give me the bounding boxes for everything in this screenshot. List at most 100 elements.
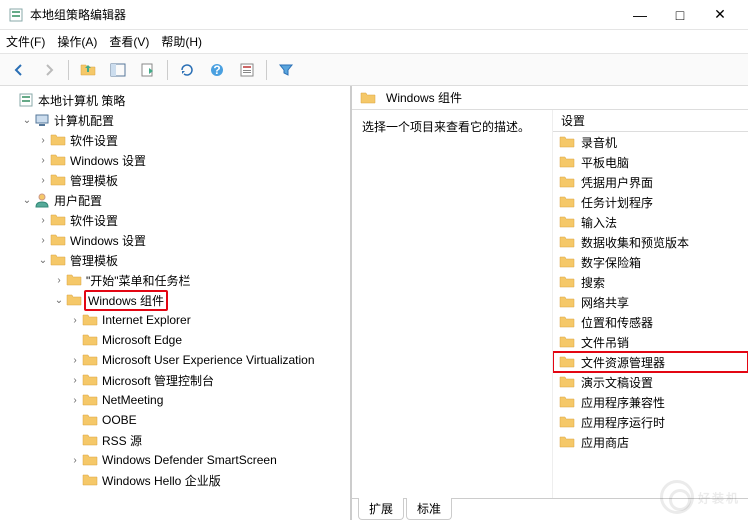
tree-pane[interactable]: 本地计算机 策略 ⌄ 计算机配置 ›软件设置 ›Windows 设置 ›管理模板: [0, 86, 352, 520]
list-item[interactable]: 应用商店: [553, 432, 748, 452]
tree-admin-templates[interactable]: ›管理模板: [36, 170, 350, 190]
tree-ie[interactable]: ›Internet Explorer: [68, 310, 350, 330]
tree-mmc[interactable]: ›Microsoft 管理控制台: [68, 370, 350, 390]
filter-button[interactable]: [273, 57, 299, 83]
list-item[interactable]: 网络共享: [553, 292, 748, 312]
folder-icon: [559, 314, 575, 330]
tree-edge[interactable]: Microsoft Edge: [68, 330, 350, 350]
folder-icon: [559, 394, 575, 410]
tree-label: Microsoft User Experience Virtualization: [102, 353, 315, 367]
list-item-label: 数字保险箱: [581, 254, 641, 271]
tree-software-settings[interactable]: ›软件设置: [36, 210, 350, 230]
gpedit-icon: [18, 92, 34, 108]
tree-netmeeting[interactable]: ›NetMeeting: [68, 390, 350, 410]
tree-label: 管理模板: [70, 172, 118, 189]
tree-label: Microsoft Edge: [102, 333, 182, 347]
folder-icon: [82, 472, 98, 488]
view-tabs: 扩展 标准: [352, 498, 748, 520]
folder-icon: [559, 294, 575, 310]
help-button[interactable]: ?: [204, 57, 230, 83]
list-item[interactable]: 平板电脑: [553, 152, 748, 172]
list-item[interactable]: 数据收集和预览版本: [553, 232, 748, 252]
tree-start-menu[interactable]: ›"开始"菜单和任务栏: [52, 270, 350, 290]
list-item[interactable]: 搜索: [553, 272, 748, 292]
folder-icon: [66, 272, 82, 288]
tree-label: OOBE: [102, 413, 137, 427]
details-title: Windows 组件: [386, 89, 462, 106]
tree-oobe[interactable]: OOBE: [68, 410, 350, 430]
tree-label: Windows Defender SmartScreen: [102, 453, 277, 467]
list-item[interactable]: 位置和传感器: [553, 312, 748, 332]
folder-icon: [559, 134, 575, 150]
list-item[interactable]: 凭据用户界面: [553, 172, 748, 192]
tree-admin-templates[interactable]: ⌄管理模板: [36, 250, 350, 270]
list-item[interactable]: 输入法: [553, 212, 748, 232]
folder-icon: [559, 194, 575, 210]
collapse-icon[interactable]: ⌄: [20, 115, 34, 126]
tree-label: NetMeeting: [102, 393, 163, 407]
folder-icon: [559, 354, 575, 370]
tab-standard[interactable]: 标准: [406, 498, 452, 520]
folder-icon: [559, 254, 575, 270]
folder-icon: [82, 432, 98, 448]
menu-view[interactable]: 查看(V): [109, 33, 149, 50]
folder-icon: [50, 252, 66, 268]
tree-root[interactable]: 本地计算机 策略: [4, 90, 350, 110]
tree-windows-settings[interactable]: ›Windows 设置: [36, 150, 350, 170]
tree-label: 计算机配置: [54, 112, 114, 129]
settings-list[interactable]: 设置 录音机平板电脑凭据用户界面任务计划程序输入法数据收集和预览版本数字保险箱搜…: [552, 110, 748, 498]
tree-label: Windows 设置: [70, 152, 146, 169]
tree-label: 用户配置: [54, 192, 102, 209]
menu-help[interactable]: 帮助(H): [161, 33, 202, 50]
up-button[interactable]: [75, 57, 101, 83]
collapse-icon[interactable]: ⌄: [52, 295, 66, 306]
list-item[interactable]: 应用程序兼容性: [553, 392, 748, 412]
collapse-icon[interactable]: ⌄: [20, 195, 34, 206]
list-item-label: 演示文稿设置: [581, 374, 653, 391]
app-icon: [8, 7, 24, 23]
window-title: 本地组策略编辑器: [30, 6, 620, 23]
tree-defender-smartscreen[interactable]: ›Windows Defender SmartScreen: [68, 450, 350, 470]
folder-icon: [50, 152, 66, 168]
list-item-label: 录音机: [581, 134, 617, 151]
tree-muev[interactable]: ›Microsoft User Experience Virtualizatio…: [68, 350, 350, 370]
maximize-button[interactable]: □: [660, 1, 700, 29]
show-hide-tree-button[interactable]: [105, 57, 131, 83]
menu-action[interactable]: 操作(A): [57, 33, 97, 50]
close-button[interactable]: ✕: [700, 1, 740, 29]
folder-icon: [82, 412, 98, 428]
list-item[interactable]: 任务计划程序: [553, 192, 748, 212]
folder-icon: [559, 234, 575, 250]
minimize-button[interactable]: —: [620, 1, 660, 29]
tab-extended[interactable]: 扩展: [358, 498, 404, 520]
list-item-label: 位置和传感器: [581, 314, 653, 331]
tree-label: "开始"菜单和任务栏: [86, 272, 191, 289]
properties-button[interactable]: [234, 57, 260, 83]
list-item-label: 搜索: [581, 274, 605, 291]
folder-icon: [559, 274, 575, 290]
list-item[interactable]: 数字保险箱: [553, 252, 748, 272]
column-header-setting[interactable]: 设置: [553, 110, 748, 132]
tree-windows-components[interactable]: ⌄Windows 组件: [52, 290, 350, 310]
back-button[interactable]: [6, 57, 32, 83]
folder-icon: [82, 452, 98, 468]
list-item[interactable]: 文件吊销: [553, 332, 748, 352]
tree-rss[interactable]: RSS 源: [68, 430, 350, 450]
list-item-label: 应用商店: [581, 434, 629, 451]
list-item-label: 应用程序运行时: [581, 414, 665, 431]
export-list-button[interactable]: [135, 57, 161, 83]
list-item[interactable]: 应用程序运行时: [553, 412, 748, 432]
list-item[interactable]: 录音机: [553, 132, 748, 152]
folder-icon: [50, 172, 66, 188]
tree-hello[interactable]: Windows Hello 企业版: [68, 470, 350, 490]
list-item[interactable]: 文件资源管理器: [553, 352, 748, 372]
tree-windows-settings[interactable]: ›Windows 设置: [36, 230, 350, 250]
menu-file[interactable]: 文件(F): [6, 33, 45, 50]
tree-user-config[interactable]: ⌄ 用户配置: [20, 190, 350, 210]
tree-software-settings[interactable]: ›软件设置: [36, 130, 350, 150]
tree-computer-config[interactable]: ⌄ 计算机配置: [20, 110, 350, 130]
forward-button[interactable]: [36, 57, 62, 83]
list-item[interactable]: 演示文稿设置: [553, 372, 748, 392]
refresh-button[interactable]: [174, 57, 200, 83]
collapse-icon[interactable]: ⌄: [36, 255, 50, 266]
